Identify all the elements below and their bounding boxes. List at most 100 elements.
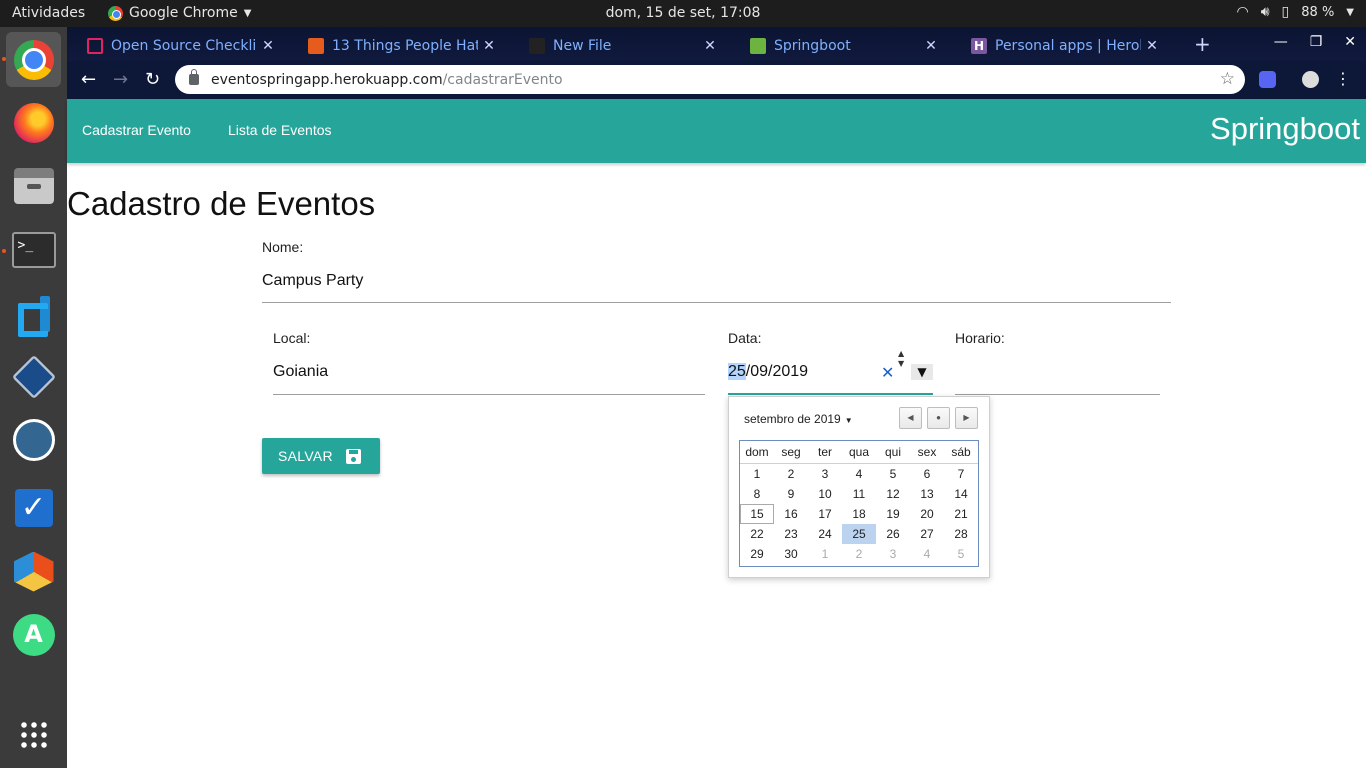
calendar-day[interactable]: 4 (842, 464, 876, 484)
calendar-day[interactable]: 5 (876, 464, 910, 484)
calendar-day[interactable]: 5 (944, 544, 978, 564)
forward-arrow-icon[interactable]: → (113, 69, 128, 90)
calendar-day[interactable]: 25 (842, 524, 876, 544)
calendar-day[interactable]: 1 (740, 464, 774, 484)
previous-month-button[interactable]: ◀ (899, 407, 922, 429)
save-button[interactable]: SALVAR (262, 438, 380, 474)
calendar-day[interactable]: 11 (842, 484, 876, 504)
lock-icon[interactable] (189, 69, 199, 85)
calendar-day[interactable]: 23 (774, 524, 808, 544)
calendar-day[interactable]: 3 (808, 464, 842, 484)
minimize-icon[interactable]: — (1274, 34, 1288, 50)
bookmark-star-icon[interactable]: ☆ (1220, 69, 1235, 89)
dock: >_ ✓ (0, 27, 67, 768)
tab-new-file[interactable]: New File ✕ (509, 31, 729, 61)
calendar-day[interactable]: 2 (774, 464, 808, 484)
calendar-day[interactable]: 8 (740, 484, 774, 504)
maximize-icon[interactable]: ❐ (1310, 34, 1323, 50)
nome-input[interactable]: Campus Party (262, 272, 363, 290)
system-top-bar: Atividades Google Chrome ▼ dom, 15 de se… (0, 0, 1366, 27)
calendar-day[interactable]: 7 (944, 464, 978, 484)
page-title: Cadastro de Eventos (67, 185, 376, 222)
checkmark-icon: ✓ (14, 488, 53, 527)
new-tab-button[interactable]: + (1194, 32, 1211, 56)
dock-android-studio[interactable] (6, 607, 61, 662)
calendar-day[interactable]: 2 (842, 544, 876, 564)
calendar-dropdown-icon[interactable]: ▼ (911, 364, 933, 380)
close-icon[interactable]: ✕ (699, 38, 721, 54)
close-icon[interactable]: ✕ (1141, 38, 1163, 54)
calendar-day[interactable]: 14 (944, 484, 978, 504)
calendar-day[interactable]: 3 (876, 544, 910, 564)
back-arrow-icon[interactable]: ← (81, 69, 96, 90)
nav-lista-eventos[interactable]: Lista de Eventos (228, 122, 332, 138)
calendar-day[interactable]: 18 (842, 504, 876, 524)
date-spinner[interactable]: ▲ ▼ (898, 349, 904, 369)
calendar-day[interactable]: 27 (910, 524, 944, 544)
dock-tasks[interactable]: ✓ (6, 480, 61, 535)
firefox-icon (13, 102, 54, 143)
tab-strip: Open Source Checklist ✕ 13 Things People… (67, 27, 1366, 61)
calendar-day[interactable]: 19 (876, 504, 910, 524)
calendar-day[interactable]: 20 (910, 504, 944, 524)
extension-icon[interactable] (1259, 71, 1276, 88)
next-month-button[interactable]: ▶ (955, 407, 978, 429)
calendar-day[interactable]: 9 (774, 484, 808, 504)
data-input[interactable]: 25/09/2019 (728, 363, 808, 381)
address-bar[interactable]: eventospringapp.herokuapp.com/cadastrarE… (175, 65, 1245, 94)
calendar-day[interactable]: 24 (808, 524, 842, 544)
calendar-day[interactable]: 29 (740, 544, 774, 564)
data-rest-segment[interactable]: /09/2019 (746, 363, 808, 380)
dock-netbeans[interactable] (6, 544, 61, 599)
files-icon (13, 167, 54, 204)
close-icon[interactable]: ✕ (920, 38, 942, 54)
calendar-day[interactable]: 26 (876, 524, 910, 544)
calendar-day[interactable]: 21 (944, 504, 978, 524)
clock[interactable]: dom, 15 de set, 17:08 (0, 5, 1366, 21)
tab-open-source-checklist[interactable]: Open Source Checklist ✕ (67, 31, 287, 61)
calendar-day[interactable]: 16 (774, 504, 808, 524)
dock-files[interactable] (6, 158, 61, 213)
calendar-day[interactable]: 17 (808, 504, 842, 524)
dock-chrome[interactable] (6, 32, 61, 87)
tab-heroku[interactable]: H Personal apps | Heroku ✕ (951, 31, 1171, 61)
today-button[interactable]: ● (927, 407, 950, 429)
calendar-day[interactable]: 28 (944, 524, 978, 544)
calendar-day[interactable]: 15 (740, 504, 774, 524)
tab-springboot[interactable]: Springboot ✕ (730, 31, 950, 61)
menu-kebab-icon[interactable]: ⋮ (1335, 69, 1351, 88)
date-picker-popup: setembro de 2019 ▼ ◀ ● ▶ dom seg ter qua qui s… (728, 396, 990, 578)
dock-pgadmin[interactable] (6, 412, 61, 467)
data-day-segment[interactable]: 25 (728, 363, 746, 380)
dock-firefox[interactable] (6, 95, 61, 150)
dock-virtualbox[interactable] (6, 349, 61, 404)
profile-avatar[interactable] (1302, 71, 1319, 88)
clear-date-icon[interactable]: ✕ (881, 363, 894, 382)
brand-logo[interactable]: Springboot (1210, 111, 1360, 147)
system-tray[interactable]: ◠ 🔊︎ ▯ 88 % ▼ (1237, 4, 1355, 20)
calendar-day[interactable]: 10 (808, 484, 842, 504)
close-window-icon[interactable]: ✕ (1344, 34, 1356, 50)
close-icon[interactable]: ✕ (257, 38, 279, 54)
heroku-icon: H (971, 38, 987, 54)
calendar-day[interactable]: 13 (910, 484, 944, 504)
dock-vscode[interactable] (6, 286, 61, 341)
nav-cadastrar-evento[interactable]: Cadastrar Evento (82, 122, 191, 138)
close-icon[interactable]: ✕ (478, 38, 500, 54)
dock-terminal[interactable]: >_ (6, 222, 61, 277)
calendar-day[interactable]: 30 (774, 544, 808, 564)
chevron-down-icon: ▼ (1346, 6, 1354, 18)
calendar-week-row: 22 23 24 25 26 27 28 (740, 524, 978, 544)
calendar-day[interactable]: 1 (808, 544, 842, 564)
local-input[interactable]: Goiania (273, 363, 328, 381)
calendar-day[interactable]: 22 (740, 524, 774, 544)
reload-icon[interactable]: ↻ (145, 69, 160, 90)
weekday-header: dom (745, 445, 769, 459)
calendar-day[interactable]: 4 (910, 544, 944, 564)
month-year-selector[interactable]: setembro de 2019 ▼ (744, 412, 853, 426)
calendar-day[interactable]: 6 (910, 464, 944, 484)
calendar-day[interactable]: 12 (876, 484, 910, 504)
calendar-week-row: 1234567 (740, 464, 978, 484)
tab-13-things[interactable]: 13 Things People Hate ✕ (288, 31, 508, 61)
show-applications-button[interactable] (6, 707, 61, 762)
